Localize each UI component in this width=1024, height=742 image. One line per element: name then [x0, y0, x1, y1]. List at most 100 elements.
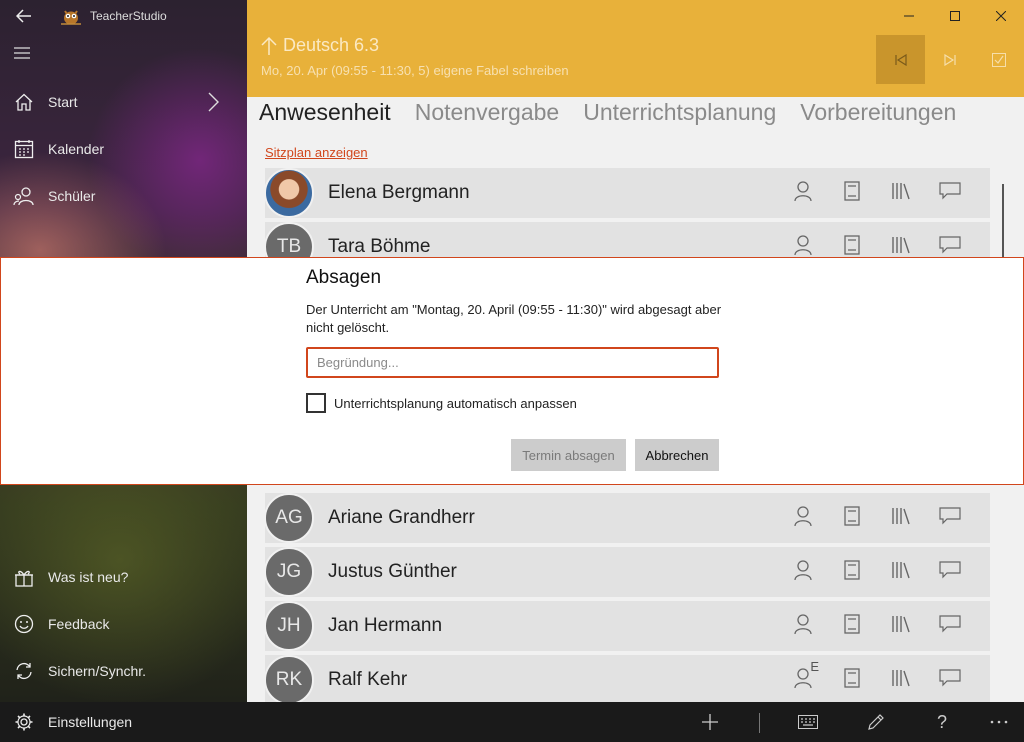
previous-lesson-button[interactable]: [876, 35, 925, 84]
back-arrow-icon: [16, 9, 31, 23]
sidebar-item-feedback[interactable]: Feedback: [0, 602, 247, 646]
hamburger-menu-button[interactable]: [14, 40, 36, 66]
abort-button[interactable]: Abbrechen: [635, 439, 719, 471]
comment-icon: [938, 614, 961, 638]
student-comment-button[interactable]: [925, 547, 974, 597]
scrollbar[interactable]: [1002, 184, 1004, 260]
person-icon: [793, 505, 813, 532]
person-icon: [793, 613, 813, 640]
sidebar-item-label: Kalender: [48, 141, 105, 157]
student-row[interactable]: JH Jan Hermann: [264, 601, 990, 651]
title-bar-left: TeacherStudio: [0, 0, 247, 32]
checkbox-icon: [991, 52, 1006, 67]
notebook-icon: [843, 505, 860, 531]
comment-icon: [938, 181, 961, 205]
sidebar-item-schueler[interactable]: Schüler: [0, 174, 247, 218]
home-icon: [0, 93, 48, 111]
student-comment-button[interactable]: [925, 601, 974, 651]
sidebar-item-sync[interactable]: Sichern/Synchr.: [0, 649, 247, 693]
minimize-icon: [904, 15, 914, 17]
sidebar-item-kalender[interactable]: Kalender: [0, 127, 247, 171]
notebook-icon: [843, 667, 860, 693]
student-profile-button[interactable]: [778, 547, 827, 597]
sidebar-item-label: Start: [48, 94, 78, 110]
more-dots-icon: [990, 720, 1008, 724]
student-mark-badge: E: [810, 659, 819, 674]
library-icon: [891, 182, 911, 205]
library-icon: [891, 507, 911, 530]
student-actions: [778, 601, 974, 651]
auto-adjust-label: Unterrichtsplanung automatisch anpassen: [334, 395, 577, 411]
mark-complete-button[interactable]: [974, 35, 1023, 84]
sidebar-item-start[interactable]: Start: [0, 80, 247, 124]
pencil-icon: [868, 714, 884, 730]
student-grades-button[interactable]: [876, 493, 925, 543]
library-icon: [891, 561, 911, 584]
maximize-button[interactable]: [932, 0, 978, 32]
tab-anwesenheit[interactable]: Anwesenheit: [259, 99, 391, 126]
student-grades-button[interactable]: [876, 655, 925, 705]
library-icon: [891, 615, 911, 638]
calendar-icon: [0, 139, 48, 159]
student-profile-button[interactable]: E: [778, 655, 827, 705]
student-comment-button[interactable]: [925, 655, 974, 705]
tab-vorbereitungen[interactable]: Vorbereitungen: [800, 99, 956, 126]
lesson-header: Deutsch 6.3 Mo, 20. Apr (09:55 - 11:30, …: [247, 0, 1024, 97]
maximize-icon: [950, 11, 960, 21]
student-notes-button[interactable]: [827, 547, 876, 597]
keyboard-button[interactable]: [785, 702, 831, 742]
lesson-tabs: Anwesenheit Notenvergabe Unterrichtsplan…: [259, 99, 956, 126]
confirm-cancel-lesson-button[interactable]: Termin absagen: [511, 439, 626, 471]
student-profile-button[interactable]: [778, 493, 827, 543]
reason-input[interactable]: [306, 347, 719, 378]
keyboard-icon: [798, 715, 818, 729]
back-button[interactable]: [0, 0, 48, 32]
student-profile-button[interactable]: [778, 168, 827, 218]
tab-unterrichtsplanung[interactable]: Unterrichtsplanung: [583, 99, 776, 126]
student-initials-avatar: JH: [264, 601, 314, 651]
student-notes-button[interactable]: [827, 655, 876, 705]
student-profile-button[interactable]: [778, 601, 827, 651]
student-name: Justus Günther: [328, 561, 457, 582]
smiley-icon: [0, 614, 48, 634]
plus-icon: [702, 714, 718, 730]
student-name: Ralf Kehr: [328, 669, 408, 690]
chevron-right-icon: [208, 92, 219, 112]
add-button[interactable]: [687, 702, 733, 742]
next-lesson-button[interactable]: [925, 35, 974, 84]
tab-notenvergabe[interactable]: Notenvergabe: [415, 99, 560, 126]
student-row[interactable]: AG Ariane Grandherr: [264, 493, 990, 543]
close-window-button[interactable]: [978, 0, 1024, 32]
seat-plan-link[interactable]: Sitzplan anzeigen: [265, 145, 368, 160]
student-comment-button[interactable]: [925, 493, 974, 543]
edit-button[interactable]: [853, 702, 899, 742]
auto-adjust-checkbox-row[interactable]: Unterrichtsplanung automatisch anpassen: [306, 393, 577, 413]
student-actions: [778, 168, 974, 218]
student-row[interactable]: JG Justus Günther: [264, 547, 990, 597]
comment-icon: [938, 506, 961, 530]
sidebar-item-label: Feedback: [48, 616, 110, 632]
minimize-button[interactable]: [886, 0, 932, 32]
student-actions: [778, 493, 974, 543]
auto-adjust-checkbox[interactable]: [306, 393, 326, 413]
student-grades-button[interactable]: [876, 168, 925, 218]
student-comment-button[interactable]: [925, 168, 974, 218]
student-initials-avatar: JG: [264, 547, 314, 597]
student-notes-button[interactable]: [827, 601, 876, 651]
sidebar-item-label: Was ist neu?: [48, 569, 129, 585]
more-button[interactable]: [976, 702, 1022, 742]
comment-icon: [938, 560, 961, 584]
sidebar-item-whats-new[interactable]: Was ist neu?: [0, 555, 247, 599]
sidebar-item-settings[interactable]: Einstellungen: [0, 702, 132, 742]
student-notes-button[interactable]: [827, 168, 876, 218]
student-notes-button[interactable]: [827, 493, 876, 543]
student-row[interactable]: Elena Bergmann: [264, 168, 990, 218]
comment-icon: [938, 235, 961, 259]
student-grades-button[interactable]: [876, 601, 925, 651]
lesson-subtitle: Mo, 20. Apr (09:55 - 11:30, 5) eigene Fa…: [261, 63, 569, 78]
lesson-title[interactable]: Deutsch 6.3: [261, 35, 379, 56]
student-row[interactable]: RK Ralf Kehr E: [264, 655, 990, 705]
help-button[interactable]: ?: [919, 702, 965, 742]
student-initials-avatar: AG: [264, 493, 314, 543]
student-grades-button[interactable]: [876, 547, 925, 597]
